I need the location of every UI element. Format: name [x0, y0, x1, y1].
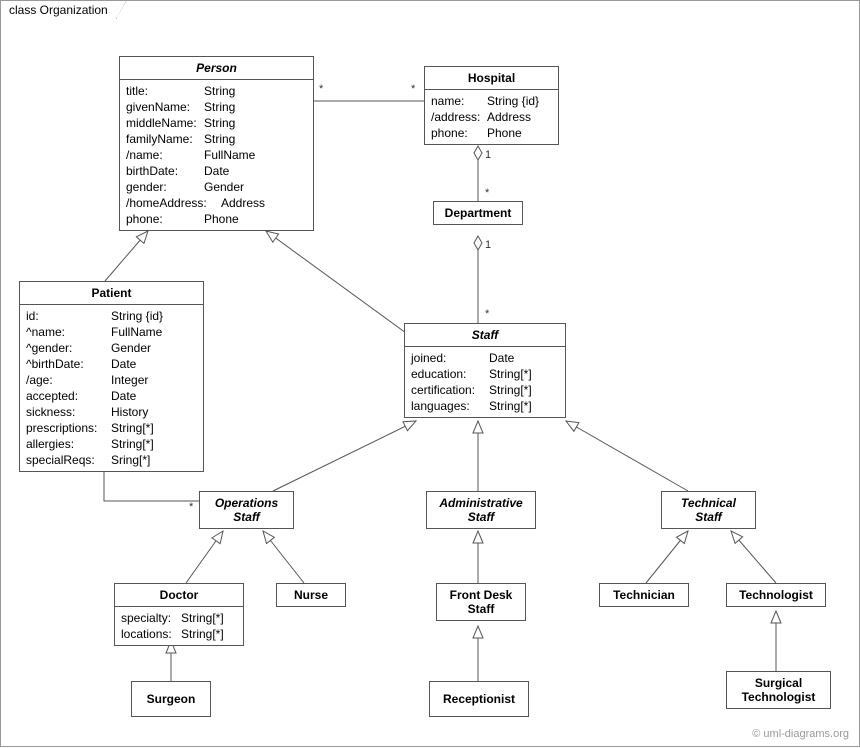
class-attrs: specialty:String[*] locations:String[*]	[115, 607, 243, 645]
class-doctor: Doctor specialty:String[*] locations:Str…	[114, 583, 244, 646]
class-attrs: id:String {id} ^name:FullName ^gender:Ge…	[20, 305, 203, 471]
class-attrs: name:String {id} /address:Address phone:…	[425, 90, 558, 144]
class-operations-staff: Operations Staff	[199, 491, 294, 529]
class-attrs: joined:Date education:String[*] certific…	[405, 347, 565, 417]
mult: 1	[485, 149, 491, 161]
class-title: Front Desk Staff	[437, 584, 525, 620]
class-title: Patient	[20, 282, 203, 305]
mult: *	[319, 83, 323, 95]
class-attrs: title:String givenName:String middleName…	[120, 80, 313, 230]
class-nurse: Nurse	[276, 583, 346, 607]
class-title: Surgeon	[132, 682, 210, 716]
class-technologist: Technologist	[726, 583, 826, 607]
diagram-canvas: class Organization	[0, 0, 860, 747]
mult: 1	[485, 239, 491, 251]
class-title: Hospital	[425, 67, 558, 90]
class-tech-staff: Technical Staff	[661, 491, 756, 529]
mult: *	[411, 83, 415, 95]
class-receptionist: Receptionist	[429, 681, 529, 717]
mult: *	[485, 187, 489, 199]
mult: *	[485, 308, 489, 320]
class-title: Technologist	[727, 584, 825, 606]
class-technician: Technician	[599, 583, 689, 607]
class-surgeon: Surgeon	[131, 681, 211, 717]
class-title: Technician	[600, 584, 688, 606]
class-patient: Patient id:String {id} ^name:FullName ^g…	[19, 281, 204, 472]
class-title: Administrative Staff	[427, 492, 535, 528]
class-title: Person	[120, 57, 313, 80]
class-title: Operations Staff	[200, 492, 293, 528]
class-department: Department	[433, 201, 523, 225]
class-title: Staff	[405, 324, 565, 347]
class-title: Technical Staff	[662, 492, 755, 528]
frame-title: class Organization	[0, 0, 117, 19]
class-admin-staff: Administrative Staff	[426, 491, 536, 529]
class-title: Nurse	[277, 584, 345, 606]
class-frontdesk: Front Desk Staff	[436, 583, 526, 621]
class-hospital: Hospital name:String {id} /address:Addre…	[424, 66, 559, 145]
class-title: Department	[434, 202, 522, 224]
class-staff: Staff joined:Date education:String[*] ce…	[404, 323, 566, 418]
watermark: © uml-diagrams.org	[752, 728, 849, 740]
class-title: Doctor	[115, 584, 243, 607]
class-title: Receptionist	[430, 682, 528, 716]
frame-title-text: class Organization	[9, 3, 108, 17]
mult: *	[189, 501, 193, 513]
class-person: Person title:String givenName:String mid…	[119, 56, 314, 231]
class-surgical-technologist: Surgical Technologist	[726, 671, 831, 709]
class-title: Surgical Technologist	[727, 672, 830, 708]
